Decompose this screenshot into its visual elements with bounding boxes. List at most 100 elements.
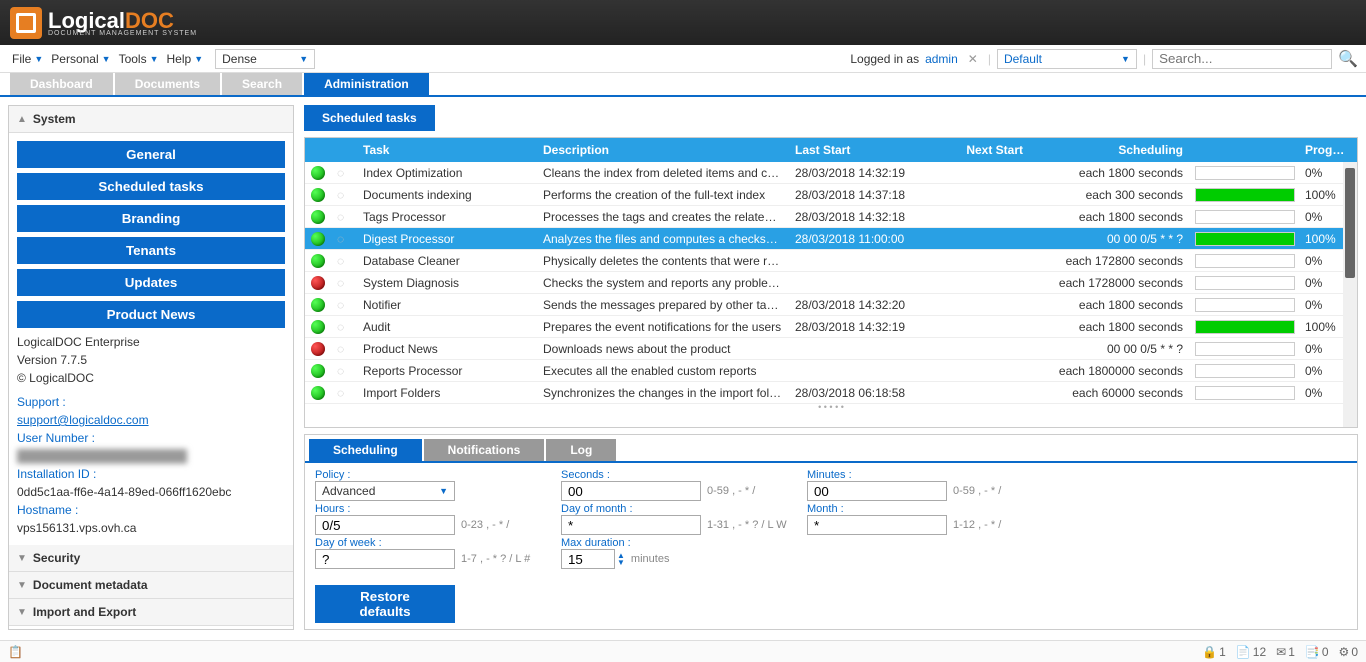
table-row[interactable]: ◌Database CleanerPhysically deletes the … — [305, 250, 1357, 272]
bottom-tab-notifications[interactable]: Notifications — [424, 439, 545, 461]
run-icon[interactable]: ◌ — [337, 364, 344, 378]
run-icon[interactable]: ◌ — [337, 254, 344, 268]
status-documents[interactable]: 📄12 — [1236, 645, 1266, 659]
task-last-start — [789, 280, 939, 286]
dom-input[interactable] — [561, 515, 701, 535]
hours-input[interactable] — [315, 515, 455, 535]
task-scheduling: each 1800000 seconds — [1029, 361, 1189, 381]
table-row[interactable]: ◌NotifierSends the messages prepared by … — [305, 294, 1357, 316]
splitter[interactable]: • • • • • — [305, 404, 1357, 410]
table-row[interactable]: ◌Product NewsDownloads news about the pr… — [305, 338, 1357, 360]
tab-administration[interactable]: Administration — [304, 73, 429, 95]
task-name: Digest Processor — [357, 229, 537, 249]
col-description[interactable]: Description — [537, 140, 789, 160]
table-row[interactable]: ◌Documents indexingPerforms the creation… — [305, 184, 1357, 206]
run-icon[interactable]: ◌ — [337, 320, 344, 334]
run-icon[interactable]: ◌ — [337, 342, 344, 356]
task-scheduling: 00 00 0/5 * * ? — [1029, 229, 1189, 249]
tenant-select[interactable]: Default ▼ — [997, 49, 1137, 69]
table-row[interactable]: ◌System DiagnosisChecks the system and r… — [305, 272, 1357, 294]
run-icon[interactable]: ◌ — [337, 386, 344, 400]
tenant-value: Default — [1004, 52, 1042, 66]
table-row[interactable]: ◌Import FoldersSynchronizes the changes … — [305, 382, 1357, 404]
minutes-input[interactable] — [807, 481, 947, 501]
run-icon[interactable]: ◌ — [337, 298, 344, 312]
task-scheduling: each 1800 seconds — [1029, 207, 1189, 227]
chevron-down-icon: ▼ — [17, 607, 27, 618]
spin-down-icon[interactable]: ▼ — [617, 559, 625, 566]
search-icon[interactable]: 🔍 — [1338, 49, 1358, 69]
logo-icon — [10, 7, 42, 39]
menu-personal[interactable]: Personal▼ — [47, 50, 114, 68]
status-icon — [311, 188, 325, 202]
run-icon[interactable]: ◌ — [337, 210, 344, 224]
dow-input[interactable] — [315, 549, 455, 569]
col-task[interactable]: Task — [357, 140, 537, 160]
status-workflow[interactable]: ⚙0 — [1339, 645, 1358, 659]
run-icon[interactable]: ◌ — [337, 232, 344, 246]
status-icon — [311, 232, 325, 246]
status-messages[interactable]: ✉1 — [1276, 645, 1295, 659]
menu-file[interactable]: File▼ — [8, 50, 47, 68]
sidebar-section-system[interactable]: ▲ System — [9, 106, 293, 133]
sidebar-item-branding[interactable]: Branding — [17, 205, 285, 232]
task-description: Sends the messages prepared by other tas… — [537, 295, 789, 315]
tab-search[interactable]: Search — [222, 73, 302, 95]
progress-bar — [1195, 254, 1295, 268]
tab-dashboard[interactable]: Dashboard — [10, 73, 113, 95]
task-description: Checks the system and reports any proble… — [537, 273, 789, 293]
vertical-scrollbar[interactable] — [1343, 162, 1357, 427]
logout-icon[interactable]: ✕ — [964, 52, 982, 66]
progress-bar — [1195, 342, 1295, 356]
maxdur-input[interactable] — [561, 549, 615, 569]
run-icon[interactable]: ◌ — [337, 276, 344, 290]
menu-help[interactable]: Help▼ — [163, 50, 208, 68]
table-row[interactable]: ◌AuditPrepares the event notifications f… — [305, 316, 1357, 338]
seconds-label: Seconds : — [561, 469, 791, 481]
sidebar-item-scheduled-tasks[interactable]: Scheduled tasks — [17, 173, 285, 200]
sidebar-section-security[interactable]: ▼ Security — [9, 545, 293, 572]
col-last-start[interactable]: Last Start — [789, 140, 939, 160]
run-icon[interactable]: ◌ — [337, 166, 344, 180]
menu-tools[interactable]: Tools▼ — [115, 50, 163, 68]
status-locked[interactable]: 🔒1 — [1202, 645, 1226, 659]
col-progress[interactable]: Progress — [1299, 140, 1354, 160]
month-input[interactable] — [807, 515, 947, 535]
login-user[interactable]: admin — [925, 52, 958, 66]
sidebar-item-product-news[interactable]: Product News — [17, 301, 285, 328]
task-description: Executes all the enabled custom reports — [537, 361, 789, 381]
bottom-tab-log[interactable]: Log — [546, 439, 616, 461]
task-scheduling: each 1800 seconds — [1029, 317, 1189, 337]
sidebar-item-tenants[interactable]: Tenants — [17, 237, 285, 264]
bottom-tab-scheduling[interactable]: Scheduling — [309, 439, 422, 461]
chevron-down-icon: ▼ — [102, 54, 111, 64]
density-select[interactable]: Dense ▼ — [215, 49, 315, 69]
maxdur-label: Max duration : — [561, 537, 791, 549]
sidebar-section-import-export[interactable]: ▼ Import and Export — [9, 599, 293, 626]
col-next-start[interactable]: Next Start — [939, 140, 1029, 160]
density-value: Dense — [222, 52, 257, 66]
sidebar-section-metadata[interactable]: ▼ Document metadata — [9, 572, 293, 599]
hours-label: Hours : — [315, 503, 545, 515]
status-icon — [311, 254, 325, 268]
table-row[interactable]: ◌Digest ProcessorAnalyzes the files and … — [305, 228, 1357, 250]
table-row[interactable]: ◌Tags ProcessorProcesses the tags and cr… — [305, 206, 1357, 228]
run-icon[interactable]: ◌ — [337, 188, 344, 202]
dow-label: Day of week : — [315, 537, 545, 549]
seconds-input[interactable] — [561, 481, 701, 501]
support-link[interactable]: support@logicaldoc.com — [17, 413, 149, 427]
task-next-start — [939, 214, 1029, 220]
search-input[interactable] — [1152, 49, 1332, 69]
table-row[interactable]: ◌Reports ProcessorExecutes all the enabl… — [305, 360, 1357, 382]
status-events[interactable]: 📑0 — [1305, 645, 1329, 659]
policy-select[interactable]: Advanced▼ — [315, 481, 455, 501]
tab-documents[interactable]: Documents — [115, 73, 220, 95]
task-description: Prepares the event notifications for the… — [537, 317, 789, 337]
subtab-scheduled-tasks[interactable]: Scheduled tasks — [304, 105, 435, 131]
clipboard-icon[interactable]: 📋 — [8, 645, 23, 659]
col-scheduling[interactable]: Scheduling — [1029, 140, 1189, 160]
table-row[interactable]: ◌Index OptimizationCleans the index from… — [305, 162, 1357, 184]
sidebar-item-general[interactable]: General — [17, 141, 285, 168]
restore-defaults-button[interactable]: Restore defaults — [315, 585, 455, 623]
sidebar-item-updates[interactable]: Updates — [17, 269, 285, 296]
